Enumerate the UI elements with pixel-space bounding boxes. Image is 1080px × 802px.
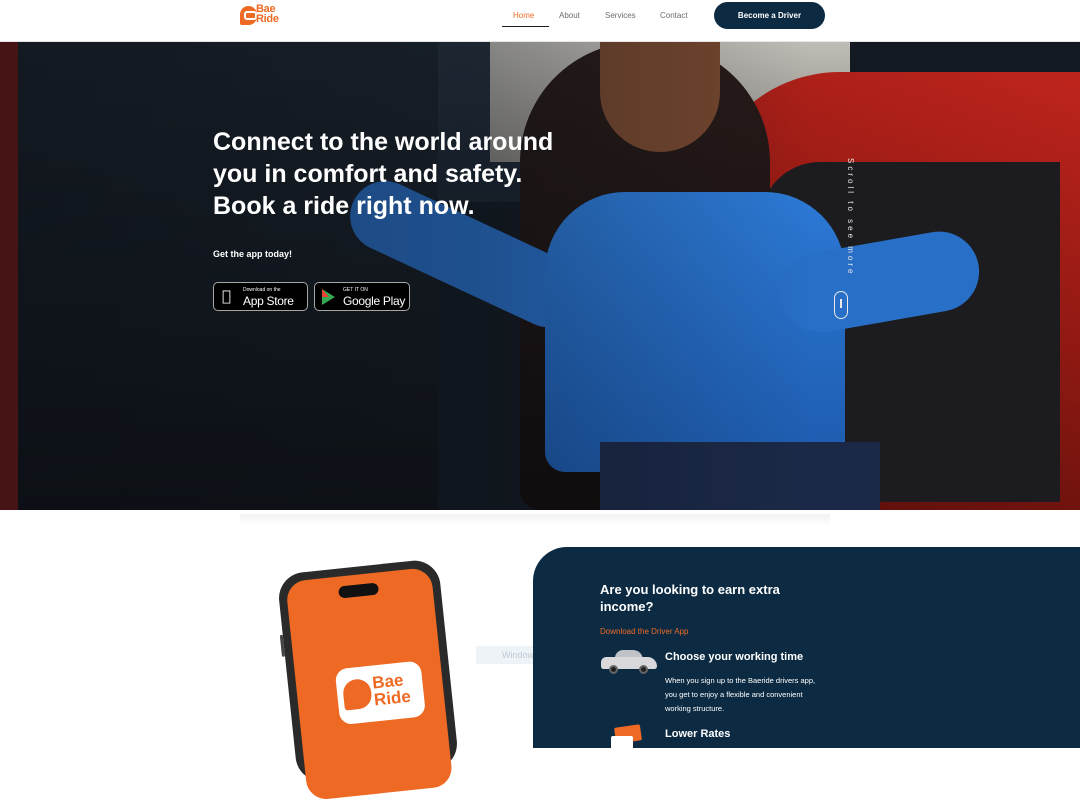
feature-desc-line-2: you get to enjoy a flexible and convenie… — [665, 690, 803, 699]
feature-title-lower-rates: Lower Rates — [665, 728, 731, 740]
nav-about[interactable]: About — [559, 11, 580, 20]
scroll-hint-text: Scroll to see more — [846, 158, 855, 277]
nav-contact[interactable]: Contact — [660, 11, 688, 20]
car-icon-wheel-front — [609, 665, 618, 674]
feature-desc-line-3: working structure. — [665, 704, 725, 713]
logo-badge-icon — [240, 6, 257, 25]
become-driver-button[interactable]: Become a Driver — [714, 2, 825, 29]
headline-line-2: you in comfort and safety. — [213, 160, 523, 188]
section-divider-shadow — [240, 514, 830, 526]
navbar: Bae Ride Home About Services Contact Bec… — [0, 0, 1080, 42]
nav-home[interactable]: Home — [513, 11, 534, 20]
phone-logo-text: Bae Ride — [371, 670, 412, 710]
car-icon-wheel-rear — [639, 665, 648, 674]
car-icon — [601, 649, 657, 674]
download-driver-app-link[interactable]: Download the Driver App — [600, 627, 689, 636]
nav-active-underline — [502, 26, 549, 27]
driver-promo-panel — [533, 547, 1080, 748]
phone-side-button — [279, 634, 286, 657]
google-play-small-text: GET IT ON — [343, 287, 368, 293]
get-app-label: Get the app today! — [213, 249, 293, 259]
nav-services[interactable]: Services — [605, 11, 636, 20]
hero-headline: Connect to the world around you in comfo… — [213, 126, 613, 222]
phone-screen: Bae Ride — [285, 566, 454, 801]
logo-line-2: Ride — [256, 13, 279, 25]
phone-app-logo: Bae Ride — [334, 660, 427, 726]
feature-title-working-time: Choose your working time — [665, 651, 804, 663]
scroll-down-icon[interactable] — [834, 291, 848, 319]
brand-logo[interactable]: Bae Ride — [240, 4, 286, 28]
logo-text: Bae Ride — [256, 4, 279, 25]
apple-icon:  — [222, 288, 231, 305]
phone-mockup-image: Bae Ride — [276, 558, 460, 801]
google-play-button[interactable]: GET IT ON Google Play — [314, 282, 410, 311]
hero-section — [0, 42, 1080, 510]
headline-line-3: Book a ride right now. — [213, 192, 475, 220]
google-play-big-text: Google Play — [343, 294, 406, 308]
phone-logo-badge-icon — [341, 677, 373, 711]
feature-desc-working-time: When you sign up to the Baeride drivers … — [665, 674, 855, 716]
driver-promo-title: Are you looking to earn extra income? — [600, 581, 830, 615]
feature-desc-line-1: When you sign up to the Baeride drivers … — [665, 676, 816, 685]
price-tag-icon — [611, 724, 643, 750]
app-store-small-text: Download on the — [243, 287, 281, 293]
app-store-button[interactable]:  Download on the App Store — [213, 282, 308, 311]
hero-shade-overlay — [0, 42, 1080, 510]
phone-dynamic-island — [338, 582, 380, 599]
headline-line-1: Connect to the world around — [213, 128, 554, 156]
phone-logo-line-2: Ride — [373, 686, 412, 710]
driver-title-line-2: income? — [600, 599, 654, 614]
app-store-big-text: App Store — [243, 294, 294, 308]
google-play-icon — [322, 289, 335, 305]
driver-title-line-1: Are you looking to earn extra — [600, 582, 780, 597]
